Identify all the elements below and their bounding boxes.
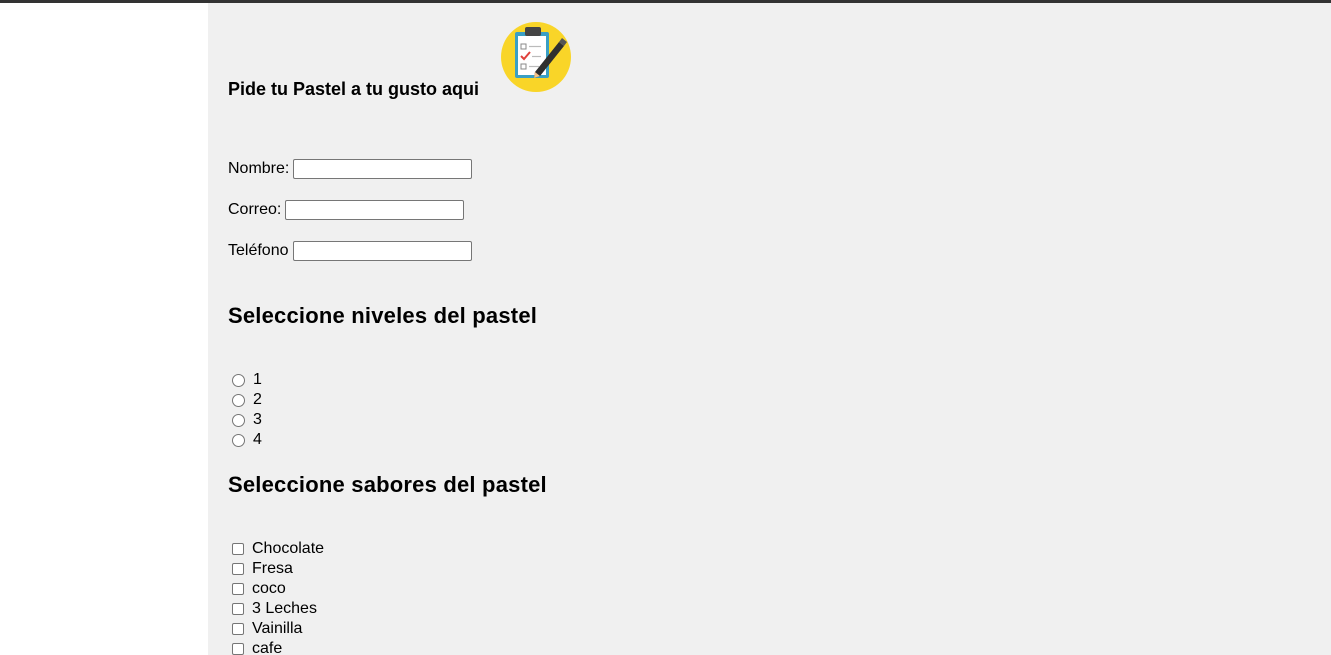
radio-button[interactable] — [232, 373, 245, 387]
sabores-heading: Seleccione sabores del pastel — [228, 472, 547, 497]
nivel-label: 4 — [253, 431, 262, 448]
sabores-checkbox-group: Chocolate Fresa coco 3 Leches Vainilla c… — [232, 539, 324, 655]
nivel-option[interactable]: 4 — [232, 430, 262, 450]
correo-row: Correo: — [228, 199, 465, 221]
nivel-option[interactable]: 3 — [232, 410, 262, 430]
nivel-label: 2 — [253, 391, 262, 408]
order-form-page: Pide tu Pastel a tu gusto aqui Nombre: C… — [208, 3, 1331, 655]
sabor-option[interactable]: Chocolate — [232, 539, 324, 559]
sabor-label: Vainilla — [252, 620, 303, 637]
radio-button[interactable] — [232, 433, 245, 447]
checkbox[interactable] — [232, 563, 244, 575]
page-title: Pide tu Pastel a tu gusto aqui — [228, 79, 480, 99]
sabor-label: Fresa — [252, 560, 293, 577]
nivel-label: 1 — [253, 371, 262, 388]
radio-button[interactable] — [232, 393, 245, 407]
nivel-option[interactable]: 2 — [232, 390, 262, 410]
telefono-label: Teléfono — [228, 242, 289, 259]
clipboard-checklist-icon — [501, 22, 571, 92]
nombre-input[interactable] — [293, 159, 473, 179]
correo-label: Correo: — [228, 201, 282, 218]
nivel-option[interactable]: 1 — [232, 370, 262, 390]
checkbox[interactable] — [232, 623, 244, 635]
sabor-label: 3 Leches — [252, 600, 317, 617]
sabor-label: coco — [252, 580, 286, 597]
radio-button[interactable] — [232, 413, 245, 427]
sabor-option[interactable]: 3 Leches — [232, 599, 324, 619]
niveles-radio-group: 1 2 3 4 — [232, 370, 262, 450]
checkbox[interactable] — [232, 603, 244, 615]
sabor-label: cafe — [252, 640, 283, 655]
sabor-label: Chocolate — [252, 540, 325, 557]
left-margin — [0, 3, 208, 655]
sabor-option[interactable]: coco — [232, 579, 324, 599]
sabor-option[interactable]: Fresa — [232, 559, 324, 579]
sabor-option[interactable]: cafe — [232, 639, 324, 655]
checkbox[interactable] — [232, 583, 244, 595]
telefono-input[interactable] — [292, 241, 472, 261]
niveles-heading: Seleccione niveles del pastel — [228, 303, 538, 328]
checkbox[interactable] — [232, 543, 244, 555]
nombre-label: Nombre: — [228, 160, 290, 177]
telefono-row: Teléfono — [228, 240, 472, 262]
nivel-label: 3 — [253, 411, 262, 428]
sabor-option[interactable]: Vainilla — [232, 619, 324, 639]
correo-input[interactable] — [285, 200, 465, 220]
nombre-row: Nombre: — [228, 158, 473, 180]
checkbox[interactable] — [232, 643, 244, 655]
